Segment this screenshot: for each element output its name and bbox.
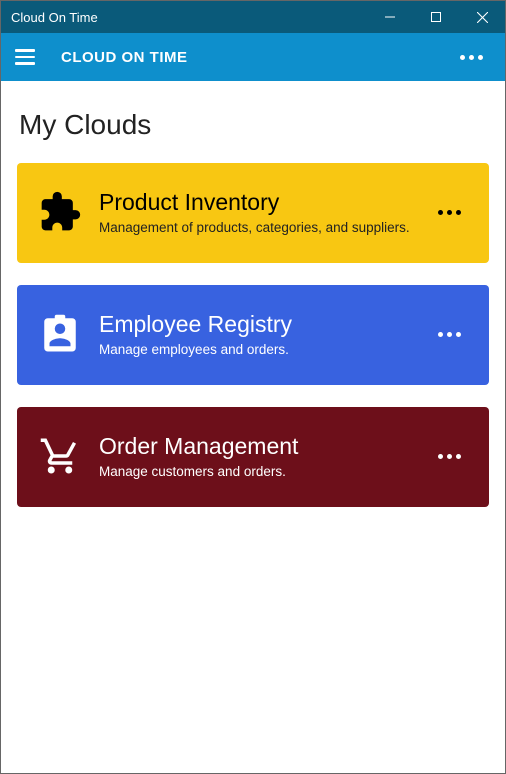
more-icon <box>438 210 443 215</box>
minimize-button[interactable] <box>367 1 413 33</box>
page-title: My Clouds <box>19 109 489 141</box>
appbar-more-button[interactable] <box>452 47 491 68</box>
window-titlebar: Cloud On Time <box>1 1 505 33</box>
more-icon <box>438 454 443 459</box>
more-icon <box>438 332 443 337</box>
card-title: Employee Registry <box>99 311 414 338</box>
cloud-card-order-management[interactable]: Order Management Manage customers and or… <box>17 407 489 507</box>
card-desc: Manage customers and orders. <box>99 464 414 479</box>
puzzle-icon <box>37 189 83 235</box>
card-text: Employee Registry Manage employees and o… <box>99 311 414 357</box>
cloud-card-employee-registry[interactable]: Employee Registry Manage employees and o… <box>17 285 489 385</box>
card-desc: Management of products, categories, and … <box>99 220 414 235</box>
card-more-button[interactable] <box>430 324 469 345</box>
card-title: Order Management <box>99 433 414 460</box>
menu-button[interactable] <box>15 43 43 71</box>
card-text: Product Inventory Management of products… <box>99 189 414 235</box>
card-more-button[interactable] <box>430 202 469 223</box>
app-bar: CLOUD ON TIME <box>1 33 505 81</box>
close-icon <box>477 12 488 23</box>
badge-icon <box>37 311 83 357</box>
cart-icon <box>37 433 83 479</box>
more-icon <box>460 55 465 60</box>
maximize-button[interactable] <box>413 1 459 33</box>
cloud-card-product-inventory[interactable]: Product Inventory Management of products… <box>17 163 489 263</box>
close-button[interactable] <box>459 1 505 33</box>
hamburger-icon <box>15 49 35 52</box>
maximize-icon <box>431 12 441 22</box>
window-controls <box>367 1 505 33</box>
card-more-button[interactable] <box>430 446 469 467</box>
card-text: Order Management Manage customers and or… <box>99 433 414 479</box>
content-area: My Clouds Product Inventory Management o… <box>1 81 505 547</box>
minimize-icon <box>385 12 395 22</box>
window-title: Cloud On Time <box>11 10 367 25</box>
card-title: Product Inventory <box>99 189 414 216</box>
appbar-title: CLOUD ON TIME <box>61 49 452 66</box>
card-desc: Manage employees and orders. <box>99 342 414 357</box>
